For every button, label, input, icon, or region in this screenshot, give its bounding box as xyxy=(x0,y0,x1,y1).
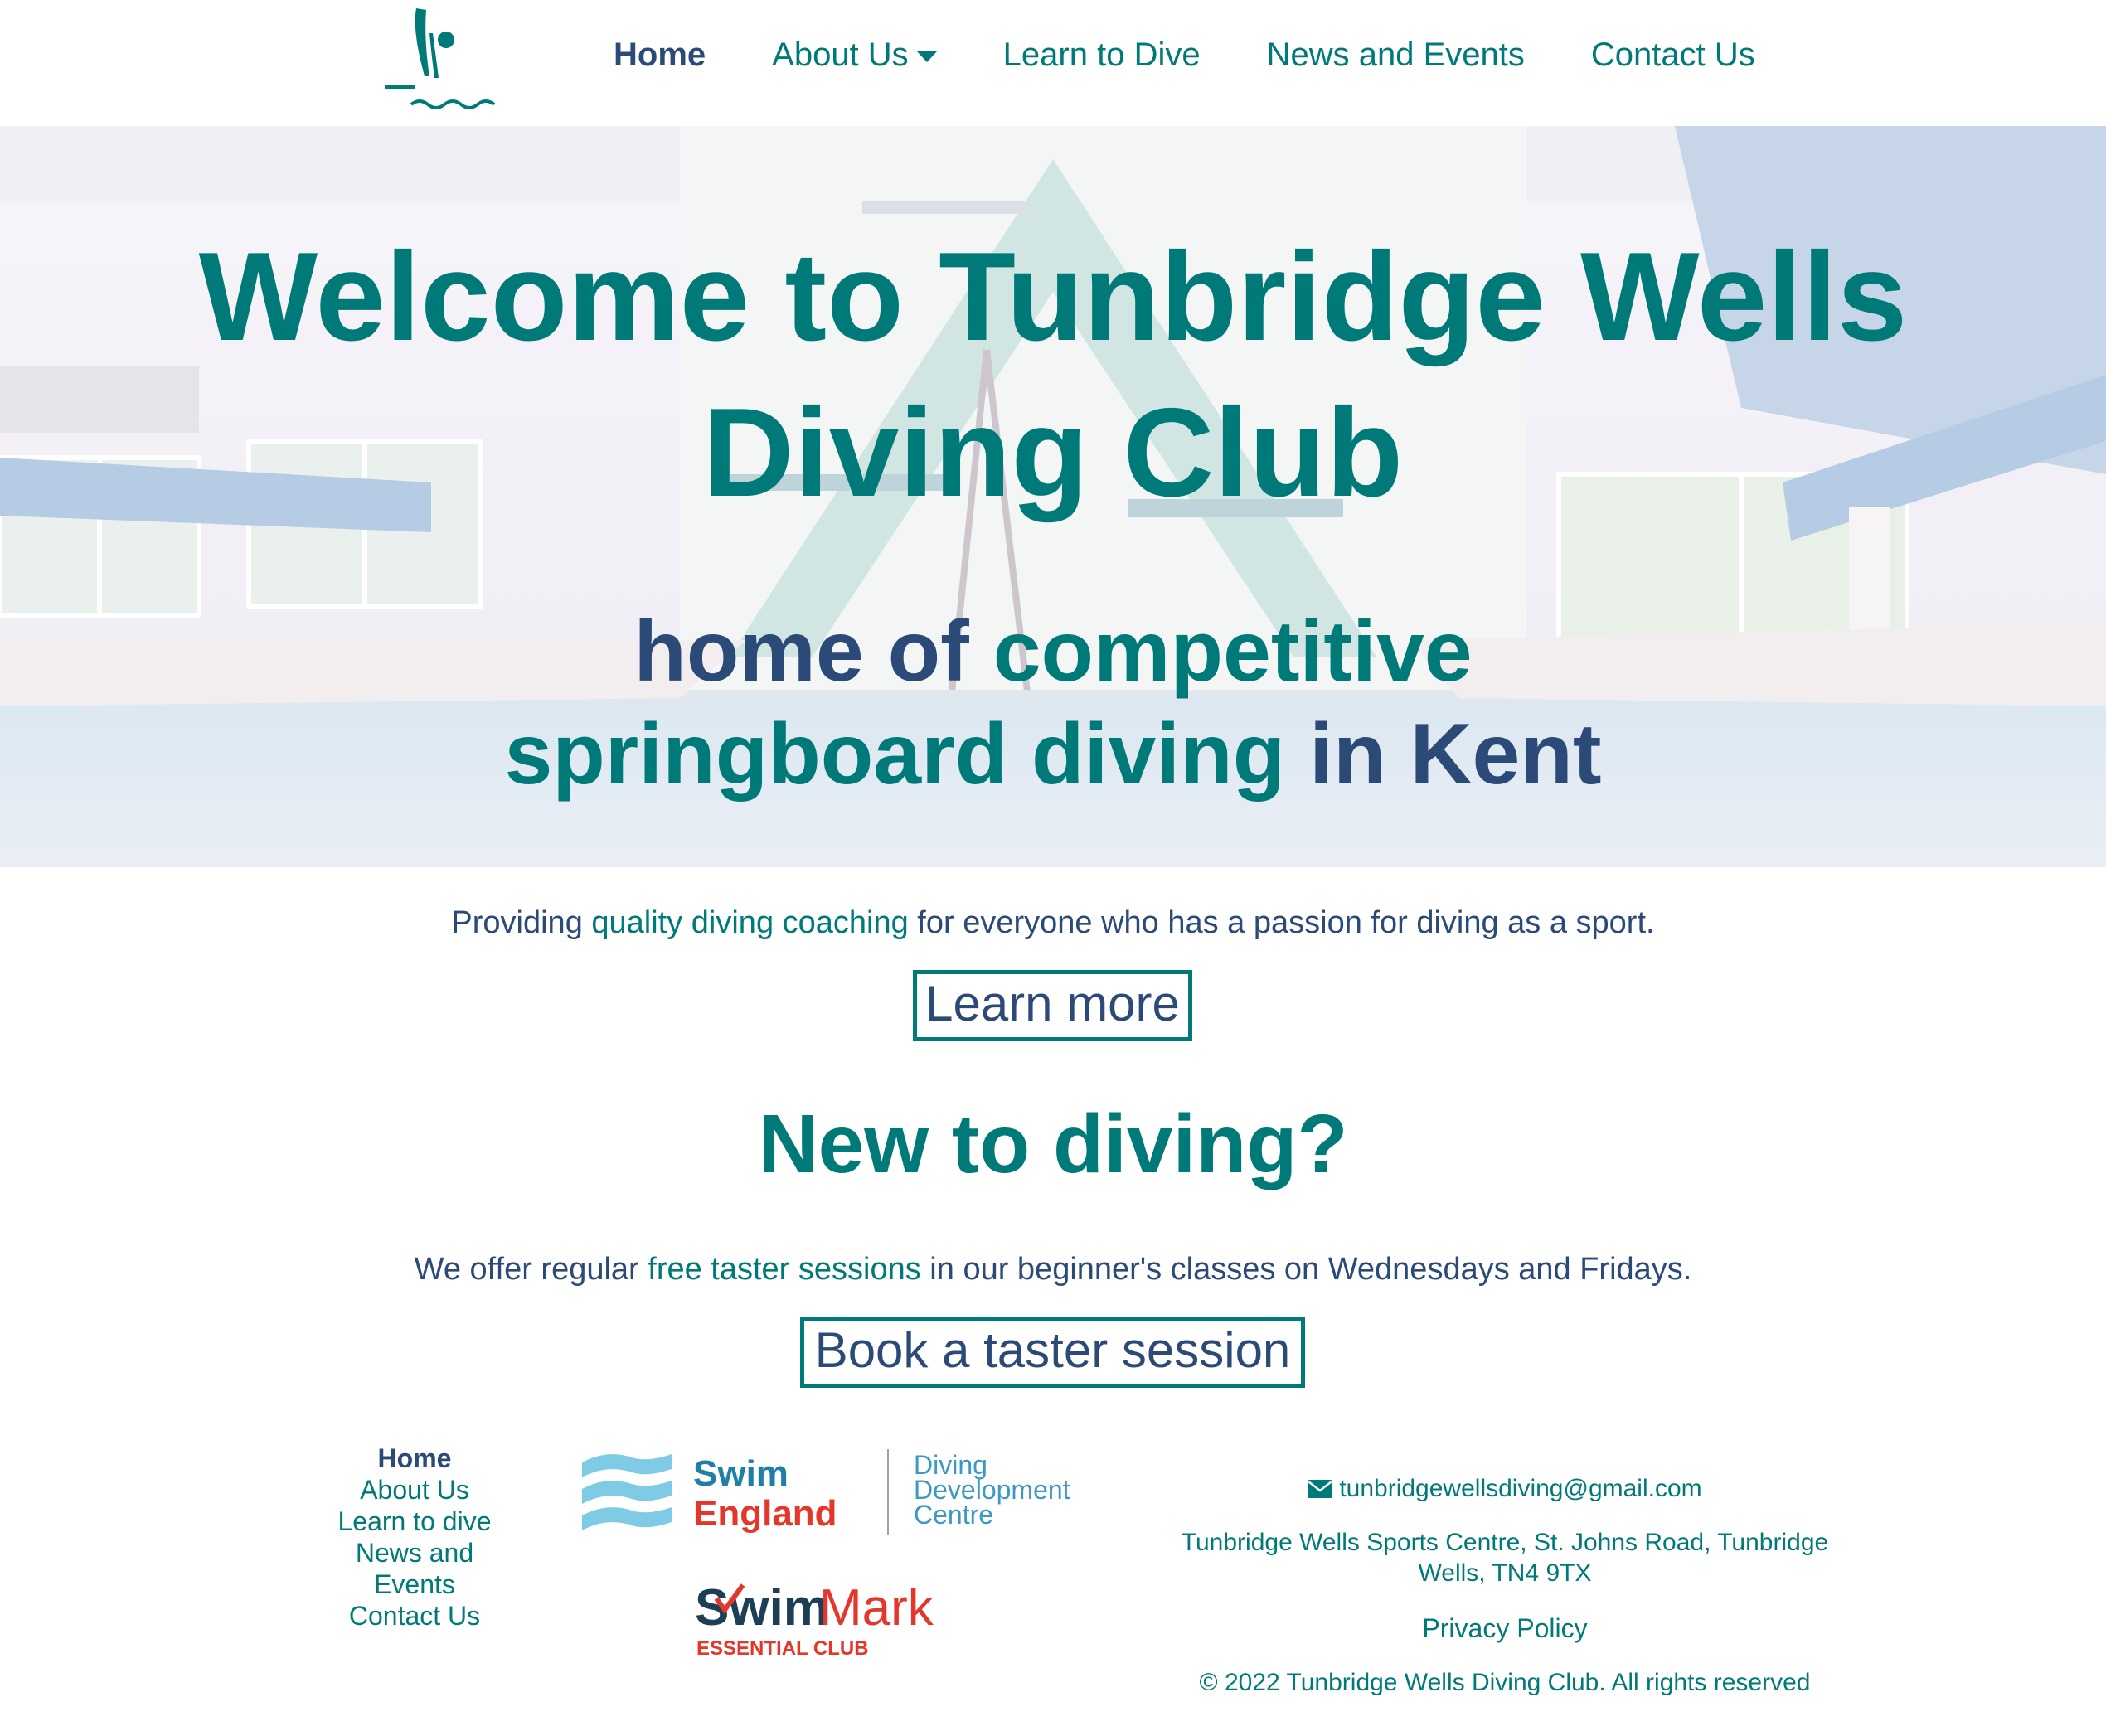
nav-home[interactable]: Home xyxy=(614,36,706,74)
swim-england-line2: England xyxy=(693,1493,837,1534)
ddc-line3: Centre xyxy=(914,1500,993,1530)
footer-email-link[interactable]: tunbridgewellsdiving@gmail.com xyxy=(1161,1472,1849,1506)
copyright-text: © 2022 Tunbridge Wells Diving Club. All … xyxy=(1199,1669,1811,1696)
footer-email-text: tunbridgewellsdiving@gmail.com xyxy=(1339,1475,1702,1502)
taster-highlight: free taster sessions xyxy=(648,1252,921,1287)
hero-subtitle-part1: home of xyxy=(633,604,993,700)
swimmark-tagline: ESSENTIAL CLUB xyxy=(696,1637,869,1660)
envelope-icon xyxy=(1308,1480,1333,1498)
swimmark-part2: Mark xyxy=(819,1579,934,1637)
swimmark-logo: Swim Mark ESSENTIAL CLUB xyxy=(695,1579,934,1660)
nav-about-us-label: About Us xyxy=(772,36,909,73)
nav-news-and-events[interactable]: News and Events xyxy=(1267,36,1525,74)
intro-text-part1: Providing xyxy=(451,905,592,940)
swim-england-ddc-logo: Swim England Diving Development Centre xyxy=(582,1449,1070,1535)
footer-address: Tunbridge Wells Sports Centre, St. Johns… xyxy=(1181,1529,1829,1587)
footer-nav-news-and-events[interactable]: News and Events xyxy=(315,1537,514,1600)
intro-highlight: quality diving coaching xyxy=(591,905,909,940)
chevron-down-icon xyxy=(916,51,937,62)
footer-nav-home[interactable]: Home xyxy=(315,1443,514,1474)
hero-title: Welcome to Tunbridge Wells Diving Club xyxy=(198,226,1908,523)
nav-learn-to-dive[interactable]: Learn to Dive xyxy=(1003,36,1201,74)
hero-banner: Welcome to Tunbridge Wells Diving Club h… xyxy=(0,126,2106,867)
learn-more-button[interactable]: Learn more xyxy=(913,970,1192,1041)
footer-nav-about-us[interactable]: About Us xyxy=(315,1474,514,1506)
swimmark-part1: Swim xyxy=(695,1579,829,1637)
footer-nav-learn-to-dive[interactable]: Learn to dive xyxy=(315,1506,514,1537)
nav-contact-us[interactable]: Contact Us xyxy=(1591,36,1755,74)
taster-text-part1: We offer regular xyxy=(414,1252,648,1287)
intro-text: Providing quality diving coaching for ev… xyxy=(0,900,2106,945)
privacy-policy-link[interactable]: Privacy Policy xyxy=(1161,1612,1849,1645)
book-taster-session-button[interactable]: Book a taster session xyxy=(800,1317,1305,1388)
hero-subtitle: home of competitive springboard diving i… xyxy=(373,600,1733,806)
swim-england-line1: Swim xyxy=(693,1453,789,1494)
site-header: Home About Us Learn to Dive News and Eve… xyxy=(0,0,2106,126)
hero-subtitle-part3: in Kent xyxy=(1285,706,1602,803)
nav-about-us[interactable]: About Us xyxy=(772,36,937,74)
club-logo-diver-icon[interactable] xyxy=(383,2,499,114)
footer-contact-info: tunbridgewellsdiving@gmail.com Tunbridge… xyxy=(1161,1472,1849,1700)
taster-text: We offer regular free taster sessions in… xyxy=(0,1247,2106,1292)
main-nav: Home About Us Learn to Dive News and Eve… xyxy=(614,36,1822,74)
footer-nav-contact-us[interactable]: Contact Us xyxy=(315,1600,514,1632)
footer-nav: Home About Us Learn to dive News and Eve… xyxy=(315,1443,514,1632)
new-to-diving-heading: New to diving? xyxy=(758,1098,1348,1190)
taster-text-part2: in our beginner's classes on Wednesdays … xyxy=(920,1252,1692,1287)
intro-text-part2: for everyone who has a passion for divin… xyxy=(908,905,1655,940)
